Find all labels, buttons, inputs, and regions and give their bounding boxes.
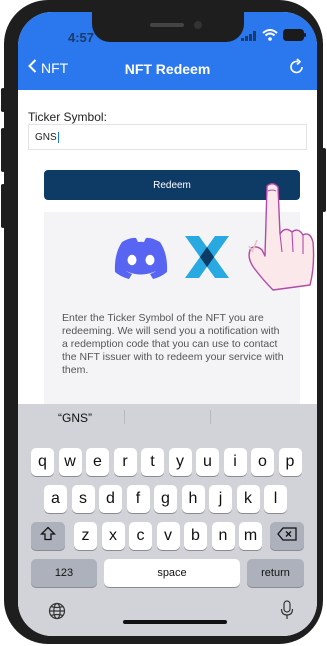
signal-icon: [241, 28, 257, 46]
speaker: [150, 23, 184, 27]
key-l[interactable]: l: [264, 485, 287, 513]
ticker-input-value: GNS: [35, 132, 57, 144]
suggestion-divider: [210, 410, 211, 424]
text-caret: [57, 132, 59, 143]
microphone-icon[interactable]: [280, 600, 294, 625]
return-key[interactable]: return: [247, 559, 304, 587]
key-z[interactable]: z: [74, 522, 97, 550]
pointing-hand-icon: [247, 182, 317, 297]
home-indicator: [123, 620, 227, 624]
key-g[interactable]: g: [154, 485, 177, 513]
front-camera: [194, 21, 202, 29]
key-f[interactable]: f: [126, 485, 150, 513]
key-o[interactable]: o: [251, 448, 274, 476]
discord-icon: [112, 236, 170, 285]
nav-row: NFT NFT Redeem: [18, 56, 317, 86]
space-key[interactable]: space: [104, 559, 240, 587]
key-d[interactable]: d: [99, 485, 122, 513]
key-s[interactable]: s: [71, 485, 95, 513]
battery-icon: [283, 28, 307, 46]
key-j[interactable]: j: [209, 485, 232, 513]
shift-icon: [39, 526, 57, 546]
shift-key[interactable]: [31, 522, 65, 550]
key-b[interactable]: b: [184, 522, 207, 550]
screen: 4:57 NFT NFT Redeem Ticker Symbol: GNS R…: [18, 12, 317, 636]
numbers-key[interactable]: 123: [31, 559, 97, 587]
key-n[interactable]: n: [211, 522, 235, 550]
key-m[interactable]: m: [239, 522, 262, 550]
key-t[interactable]: t: [141, 448, 164, 476]
key-p[interactable]: p: [278, 448, 302, 476]
delete-key[interactable]: [270, 522, 304, 550]
wifi-icon: [262, 28, 278, 46]
key-h[interactable]: h: [181, 485, 205, 513]
suggestion-divider: [124, 410, 125, 424]
suggestion-bar: “GNS”: [18, 404, 317, 430]
page-title: NFT Redeem: [124, 61, 211, 77]
status-time: 4:57: [68, 30, 95, 45]
key-e[interactable]: e: [86, 448, 109, 476]
key-r[interactable]: r: [113, 448, 137, 476]
key-q[interactable]: q: [31, 448, 54, 476]
refresh-button[interactable]: [289, 58, 305, 81]
ticker-input[interactable]: GNS: [28, 124, 307, 150]
key-k[interactable]: k: [236, 485, 260, 513]
info-text: Enter the Ticker Symbol of the NFT you a…: [62, 312, 284, 376]
key-i[interactable]: i: [223, 448, 247, 476]
backspace-icon: [277, 526, 297, 546]
status-icons: [241, 28, 307, 46]
key-v[interactable]: v: [156, 522, 180, 550]
key-a[interactable]: a: [44, 485, 67, 513]
keyboard: “GNS” qwertyuiop asdfghjkl zxcvbnm 123 spa…: [18, 404, 317, 636]
phone-frame: 4:57 NFT NFT Redeem Ticker Symbol: GNS R…: [4, 0, 323, 644]
key-u[interactable]: u: [196, 448, 219, 476]
nft-logo-icon: [184, 234, 230, 285]
notch: [92, 12, 244, 42]
key-y[interactable]: y: [168, 448, 192, 476]
ticker-label: Ticker Symbol:: [28, 110, 107, 124]
suggestion-item[interactable]: “GNS”: [58, 411, 92, 425]
key-c[interactable]: c: [129, 522, 152, 550]
key-x[interactable]: x: [101, 522, 125, 550]
refresh-icon: [289, 58, 305, 80]
globe-icon[interactable]: [48, 602, 66, 625]
key-w[interactable]: w: [58, 448, 82, 476]
